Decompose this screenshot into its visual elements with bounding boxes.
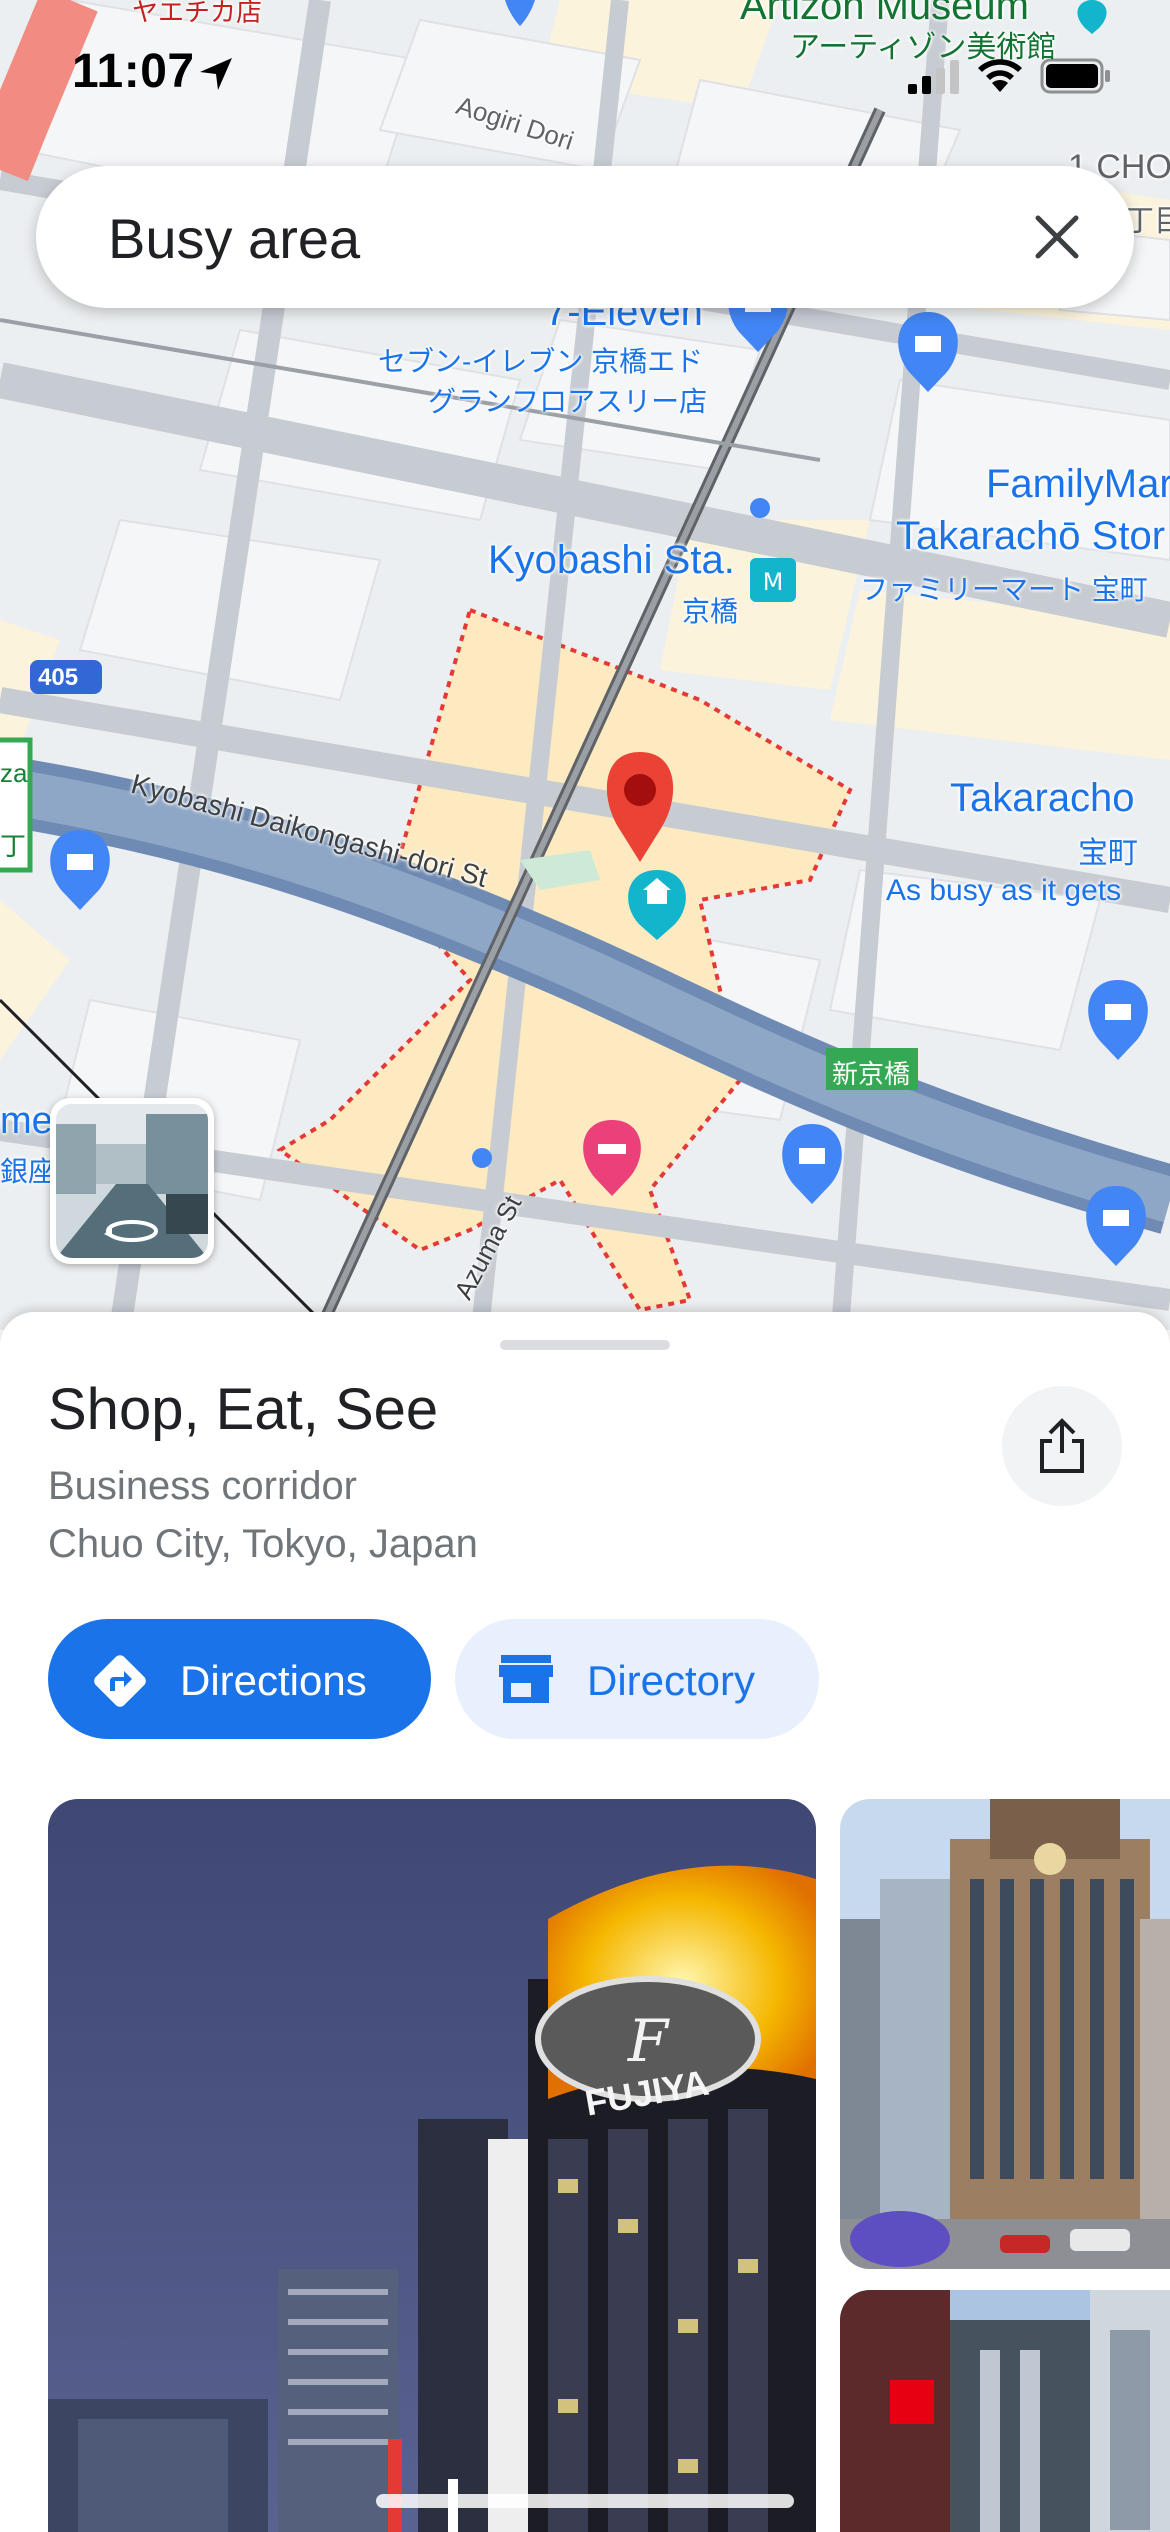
- place-category: Business corridor: [48, 1464, 358, 1508]
- map-label-seven-eleven-jp2: グランフロアスリー店: [428, 386, 708, 417]
- drag-handle[interactable]: [500, 1340, 670, 1350]
- place-photo-3[interactable]: [840, 2290, 1170, 2532]
- search-bar[interactable]: Busy area: [36, 166, 1134, 308]
- map-label-familymart-jp: ファミリーマート 宝町: [860, 574, 1148, 605]
- map-label-left-edge-1: me: [0, 1100, 53, 1142]
- search-query[interactable]: Busy area: [108, 206, 360, 271]
- metro-station-icon[interactable]: M: [750, 558, 796, 602]
- map-label-familymart[interactable]: FamilyMar: [986, 462, 1170, 507]
- map-label-left-sign-2: 丁: [0, 831, 27, 861]
- place-photo-main[interactable]: F FUJIYA: [48, 1799, 816, 2532]
- close-icon[interactable]: [1024, 204, 1090, 270]
- place-title: Shop, Eat, See: [48, 1377, 439, 1442]
- map-label-left-sign-1: za: [0, 758, 28, 788]
- street-view-thumbnail[interactable]: [50, 1098, 214, 1264]
- photo-wako-building: [840, 1799, 1170, 2269]
- photo-uniqlo-street: [840, 2290, 1170, 2532]
- directions-icon: [94, 1655, 146, 1707]
- map-label-seven-eleven-jp1: セブン-イレブン 京橋エド: [378, 346, 704, 377]
- status-bar: 11:07: [0, 0, 1170, 150]
- rotate-360-icon: [104, 1220, 158, 1242]
- share-button[interactable]: [1002, 1386, 1122, 1506]
- route-405-label: 405: [38, 664, 79, 691]
- map-label-takaracho-jp: 宝町: [1078, 837, 1138, 870]
- share-icon: [1040, 1418, 1084, 1473]
- svg-text:M: M: [763, 568, 784, 596]
- map-label-takaracho-store: Takarachō Stor: [896, 514, 1166, 558]
- map-label-busy-note: As busy as it gets: [886, 874, 1122, 907]
- place-address: Chuo City, Tokyo, Japan: [48, 1522, 478, 1566]
- svg-text:F: F: [627, 2007, 670, 2075]
- map-label-left-edge-2: 銀座: [0, 1156, 57, 1187]
- map-label-shinkyobashi: 新京橋: [832, 1059, 911, 1089]
- location-arrow-icon: [200, 58, 232, 90]
- home-indicator[interactable]: [376, 2494, 794, 2508]
- battery-icon: [1040, 58, 1110, 94]
- place-photo-2[interactable]: [840, 1799, 1170, 2269]
- photo-fujiya-building: F FUJIYA: [48, 1799, 816, 2532]
- map-label-takaracho[interactable]: Takaracho: [950, 776, 1135, 821]
- directions-button[interactable]: Directions: [48, 1619, 431, 1739]
- directory-button[interactable]: Directory: [455, 1619, 819, 1739]
- directions-label: Directions: [180, 1657, 367, 1704]
- wifi-icon: [978, 59, 1022, 92]
- place-bottom-sheet[interactable]: Shop, Eat, See Business corridor Chuo Ci…: [0, 1312, 1170, 2532]
- map-label-kyobashi-station[interactable]: Kyobashi Sta.: [488, 538, 735, 583]
- cellular-signal-icon: [908, 60, 959, 94]
- directory-label: Directory: [587, 1657, 756, 1704]
- store-icon: [499, 1655, 553, 1703]
- status-time: 11:07: [72, 45, 195, 98]
- map-label-kyobashi-jp: 京橋: [682, 596, 739, 627]
